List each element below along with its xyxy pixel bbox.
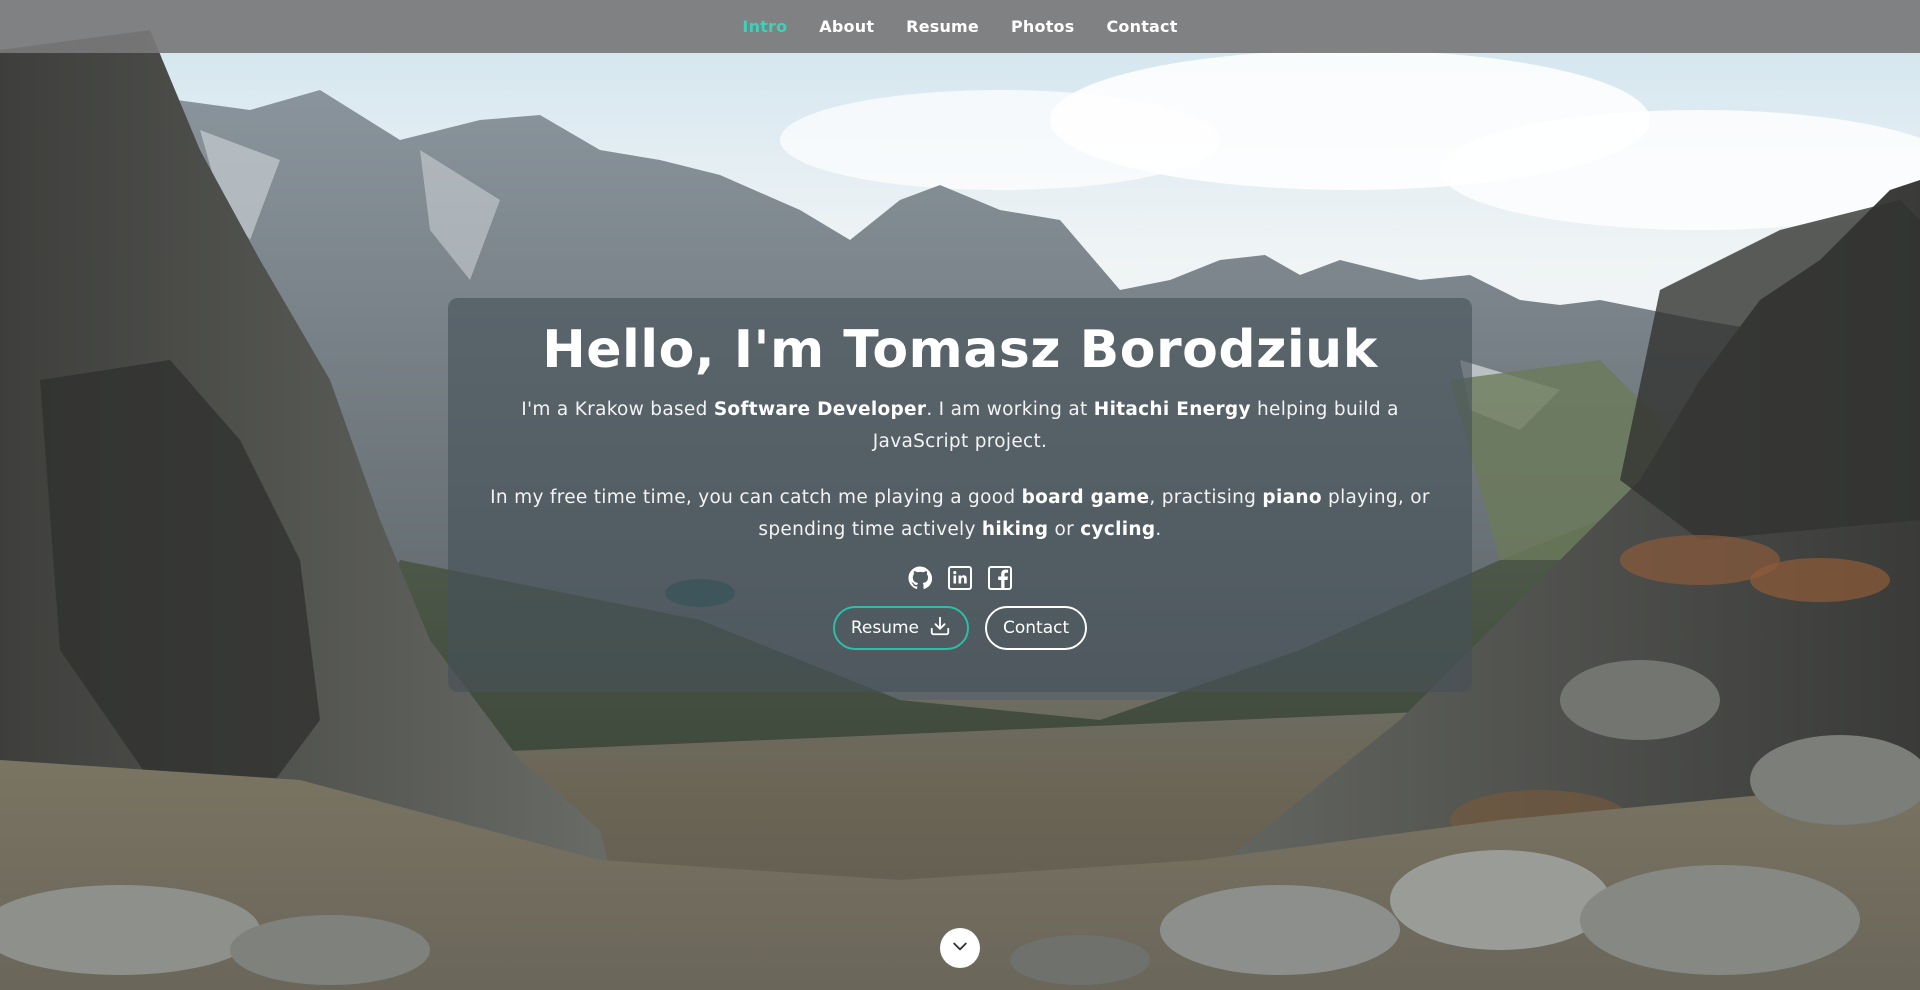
intro-card: Hello, I'm Tomasz Borodziuk I'm a Krakow…	[448, 298, 1472, 692]
intro-text: . I am working at	[926, 399, 1094, 420]
nav-item-about[interactable]: About	[803, 17, 890, 36]
social-links	[448, 566, 1472, 590]
job-title: Software Developer	[713, 399, 927, 420]
contact-button-label: Contact	[1003, 618, 1070, 638]
intro-text: or	[1048, 519, 1081, 540]
facebook-icon[interactable]	[988, 566, 1012, 590]
intro-paragraph-hobbies: In my free time time, you can catch me p…	[480, 482, 1440, 546]
scroll-down-button[interactable]	[940, 928, 980, 968]
nav-item-intro[interactable]: Intro	[726, 17, 803, 36]
intro-title: Hello, I'm Tomasz Borodziuk	[542, 320, 1378, 380]
nav-item-photos[interactable]: Photos	[995, 17, 1090, 36]
intro-text: In my free time time, you can catch me p…	[490, 487, 1022, 508]
intro-text: .	[1155, 519, 1162, 540]
contact-button[interactable]: Contact	[985, 606, 1088, 650]
intro-paragraph-work: I'm a Krakow based Software Developer. I…	[480, 394, 1440, 458]
resume-download-button[interactable]: Resume	[832, 606, 970, 650]
intro-actions: Resume Contact	[448, 606, 1472, 650]
intro-text: I'm a Krakow based	[521, 399, 714, 420]
hobby-piano: piano	[1262, 487, 1322, 508]
nav-item-contact[interactable]: Contact	[1090, 17, 1193, 36]
chevron-down-icon	[950, 936, 970, 961]
github-icon[interactable]	[908, 566, 933, 590]
resume-button-label: Resume	[850, 618, 920, 638]
intro-text: , practising	[1149, 487, 1263, 508]
hobby-hiking: hiking	[981, 519, 1049, 540]
linkedin-icon[interactable]	[948, 566, 972, 590]
hobby-board-game: board game	[1021, 487, 1150, 508]
employer-name: Hitachi Energy	[1093, 399, 1251, 420]
download-icon	[929, 615, 951, 642]
top-navbar: Intro About Resume Photos Contact	[0, 0, 1920, 53]
hobby-cycling: cycling	[1080, 519, 1156, 540]
nav-item-resume[interactable]: Resume	[890, 17, 995, 36]
